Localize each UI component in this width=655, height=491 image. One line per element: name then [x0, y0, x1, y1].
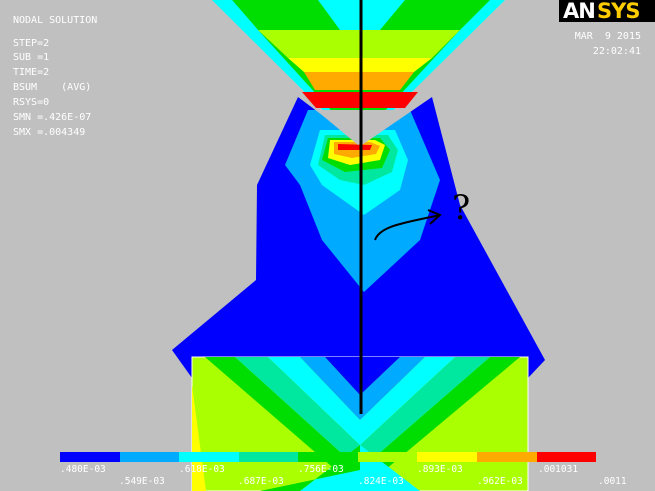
- contour-legend: [60, 452, 597, 462]
- legend-bottom-label-0: .549E-03: [119, 476, 165, 487]
- info-line-smn: SMN =.426E-07: [13, 112, 92, 123]
- legend-swatch-0: [60, 452, 120, 462]
- info-line-time: TIME=2: [13, 67, 50, 78]
- legend-bottom-label-1: .687E-03: [238, 476, 284, 487]
- legend-top-label-3: .893E-03: [417, 464, 463, 475]
- legend-swatch-6: [417, 452, 477, 462]
- legend-top-label-0: .480E-03: [60, 464, 106, 475]
- legend-swatch-2: [179, 452, 239, 462]
- info-line-smx: SMX =.004349: [13, 127, 86, 138]
- contour-region-red-tip: [338, 144, 372, 150]
- legend-swatch-1: [119, 452, 180, 462]
- legend-top-label-1: .618E-03: [179, 464, 225, 475]
- info-line-title: NODAL SOLUTION: [13, 15, 98, 26]
- contour-viewport: [172, 0, 545, 491]
- legend-swatch-8: [536, 452, 597, 462]
- annotation-question-mark: ?: [452, 188, 471, 228]
- legend-swatch-4: [298, 452, 358, 462]
- logo-text-sys: SYS: [597, 0, 640, 23]
- legend-swatch-5: [357, 452, 418, 462]
- legend-bottom-label-4: .0011: [598, 476, 627, 487]
- legend-swatch-3: [238, 452, 299, 462]
- info-line-bsum: BSUM (AVG): [13, 82, 92, 93]
- date-label: MAR 9 2015: [574, 31, 641, 42]
- ansys-logo: AN SYS: [559, 0, 655, 23]
- legend-bottom-label-2: .824E-03: [358, 476, 404, 487]
- logo-text-an: AN: [563, 0, 596, 23]
- info-line-sub: SUB =1: [13, 52, 50, 63]
- legend-bottom-label-3: .962E-03: [477, 476, 523, 487]
- time-label: 22:02:41: [592, 46, 641, 57]
- info-line-rsys: RSYS=0: [13, 97, 50, 108]
- wedge-lime: [258, 30, 460, 58]
- legend-swatch-7: [476, 452, 537, 462]
- legend-top-label-2: .756E-03: [298, 464, 344, 475]
- info-line-step: STEP=2: [13, 38, 50, 49]
- legend-top-label-4: .001031: [538, 464, 579, 475]
- wedge-orange: [304, 72, 414, 90]
